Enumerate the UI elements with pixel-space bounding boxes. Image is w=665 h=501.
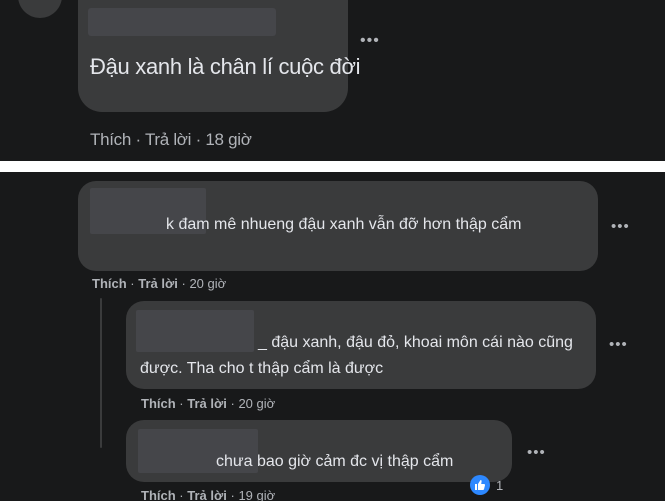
more-options-icon[interactable]: ••• <box>609 336 628 353</box>
comment-text: Đậu xanh là chân lí cuộc đời <box>90 54 361 79</box>
more-options-icon[interactable]: ••• <box>611 218 630 235</box>
reply-link[interactable]: Trả lời <box>187 396 227 411</box>
reply-link[interactable]: Trả lời <box>187 488 227 501</box>
comment-actions: Thích · Trả lời · 20 giờ <box>141 396 276 411</box>
thumbs-up-icon <box>475 480 486 490</box>
comment-actions: Thích · Trả lời · 20 giờ <box>92 276 227 291</box>
redacted-author-name <box>88 8 276 36</box>
thread-line <box>100 298 102 448</box>
reply-link[interactable]: Trả lời <box>145 130 192 149</box>
avatar[interactable] <box>18 0 62 18</box>
comment-timestamp[interactable]: 19 giờ <box>238 488 275 501</box>
comment-timestamp[interactable]: 20 giờ <box>189 276 226 291</box>
like-icon <box>470 475 490 495</box>
separator: · <box>131 130 145 149</box>
like-link[interactable]: Thích <box>90 130 131 149</box>
comment-timestamp[interactable]: 20 giờ <box>238 396 275 411</box>
more-options-icon[interactable]: ••• <box>527 444 546 461</box>
comment-text: _ đậu xanh, đậu đỏ, khoai môn cái nào cũ… <box>140 334 573 377</box>
reaction-count: 1 <box>496 477 504 493</box>
separator: · <box>191 130 206 149</box>
top-comment-panel: Đậu xanh là chân lí cuộc đời ••• Thích ·… <box>0 0 665 160</box>
reaction-summary[interactable]: 1 <box>470 474 503 496</box>
facebook-comments-screenshot: Đậu xanh là chân lí cuộc đời ••• Thích ·… <box>0 0 665 501</box>
comment-text: chưa bao giờ cảm đc vị thập cẩm <box>216 453 454 470</box>
comment-actions: Thích · Trả lời · 19 giờ <box>141 488 276 501</box>
comment-timestamp[interactable]: 18 giờ <box>205 130 252 149</box>
reply-link[interactable]: Trả lời <box>138 276 178 291</box>
comment-actions: Thích · Trả lời · 18 giờ <box>90 130 252 150</box>
screenshot-divider <box>0 161 665 172</box>
like-link[interactable]: Thích <box>141 488 176 501</box>
like-link[interactable]: Thích <box>141 396 176 411</box>
more-options-icon[interactable]: ••• <box>360 33 380 49</box>
like-link[interactable]: Thích <box>92 276 127 291</box>
comment-text: k đam mê nhueng đậu xanh vẫn đỡ hơn thập… <box>166 216 522 233</box>
